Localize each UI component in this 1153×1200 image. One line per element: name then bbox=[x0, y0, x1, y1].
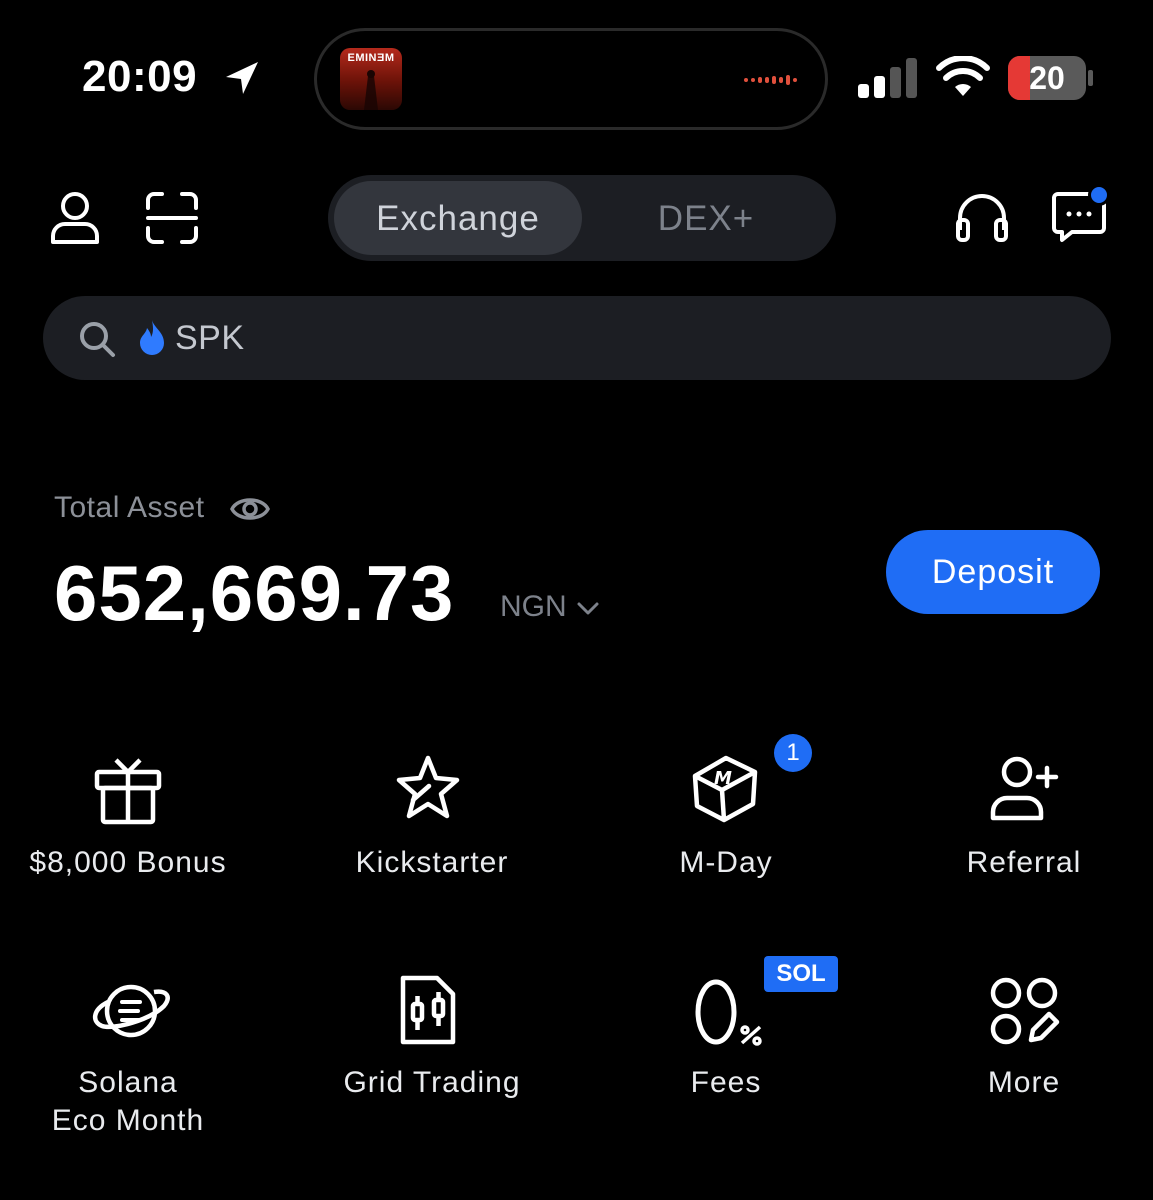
grid-trading-icon bbox=[400, 975, 456, 1045]
currency-selector[interactable]: NGN bbox=[500, 590, 567, 624]
shortcut-referral[interactable]: Referral bbox=[880, 750, 1153, 890]
now-playing-album-art[interactable]: EMINƎM bbox=[340, 48, 402, 110]
shortcut-label-line2: Eco Month bbox=[51, 1104, 205, 1137]
battery-indicator: 20 bbox=[1008, 56, 1094, 100]
chevron-down-icon[interactable] bbox=[576, 597, 600, 621]
eye-icon[interactable] bbox=[230, 491, 270, 527]
profile-icon[interactable] bbox=[47, 190, 103, 246]
shortcut-label-line1: Solana bbox=[78, 1066, 178, 1099]
trending-flame-icon bbox=[140, 320, 164, 355]
status-time: 20:09 bbox=[82, 52, 198, 101]
album-figure-icon bbox=[364, 70, 378, 110]
tab-dex-plus[interactable]: DEX+ bbox=[582, 199, 830, 239]
battery-percentage: 20 bbox=[1029, 60, 1065, 96]
total-asset-label: Total Asset bbox=[54, 491, 205, 524]
add-person-icon bbox=[990, 756, 1059, 821]
m-cube-icon: M bbox=[692, 755, 758, 823]
planet-icon bbox=[93, 984, 170, 1038]
location-arrow-icon bbox=[226, 62, 258, 94]
more-apps-icon bbox=[990, 977, 1060, 1045]
scan-icon[interactable] bbox=[144, 190, 200, 246]
search-icon bbox=[80, 322, 115, 357]
notification-badge: 1 bbox=[774, 734, 812, 772]
svg-text:M: M bbox=[714, 768, 732, 789]
shortcut-m-day[interactable]: M M-Day bbox=[582, 750, 870, 890]
shortcut-label: Grid Trading bbox=[343, 1066, 521, 1099]
zero-percent-icon bbox=[695, 979, 762, 1046]
search-suggestion[interactable]: SPK bbox=[175, 319, 245, 358]
shortcut-label: M-Day bbox=[679, 846, 773, 879]
audio-waveform-icon bbox=[744, 75, 797, 85]
shortcut-more[interactable]: More bbox=[880, 970, 1152, 1110]
sol-badge: SOL bbox=[764, 956, 838, 992]
shortcut-grid-trading[interactable]: Grid Trading bbox=[288, 970, 576, 1110]
shortcut-solana-eco-month[interactable]: Solana Eco Month bbox=[0, 970, 256, 1150]
shortcut-label: More bbox=[987, 1066, 1061, 1099]
cellular-signal-icon bbox=[858, 58, 917, 98]
star-rocket-icon bbox=[396, 755, 460, 819]
support-headset-icon[interactable] bbox=[954, 190, 1010, 246]
shortcut-label: Kickstarter bbox=[355, 846, 509, 879]
deposit-button[interactable]: Deposit bbox=[886, 530, 1100, 614]
shortcut-label: $8,000 Bonus bbox=[29, 846, 227, 879]
shortcut-kickstarter[interactable]: Kickstarter bbox=[288, 750, 576, 890]
gift-icon bbox=[94, 758, 162, 825]
total-asset-value: 652,669.73 bbox=[54, 549, 455, 637]
wifi-icon bbox=[936, 56, 990, 96]
shortcut-label: Fees bbox=[690, 1066, 762, 1099]
tab-exchange[interactable]: Exchange bbox=[334, 199, 582, 239]
shortcut-bonus[interactable]: $8,000 Bonus bbox=[0, 750, 256, 890]
shortcut-label: Referral bbox=[966, 846, 1082, 879]
unread-indicator bbox=[1088, 184, 1110, 206]
